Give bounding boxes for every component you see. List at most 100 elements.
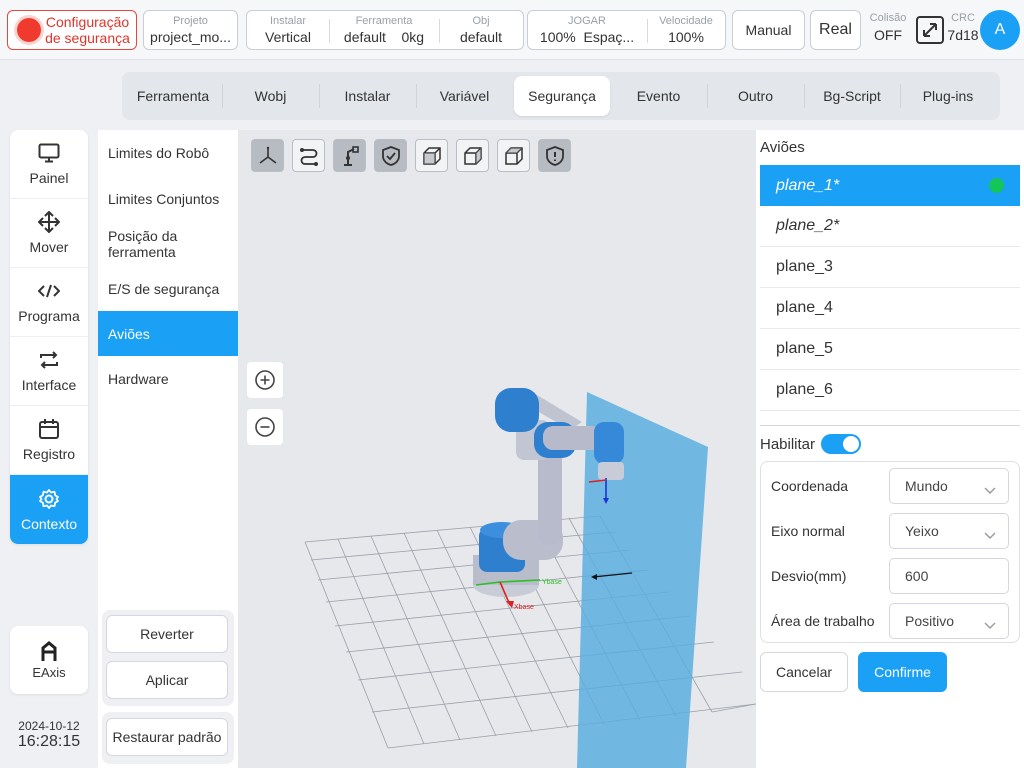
normal-axis-value: Yeixo [905, 523, 939, 539]
safety-config-button[interactable]: Configuração de segurança [7, 10, 137, 50]
crc-value: 7d18 [947, 27, 979, 43]
jog-label: JOGAR [568, 15, 606, 27]
sidebar-item-mover[interactable]: Mover [10, 199, 88, 268]
workspace-select[interactable]: Positivo [889, 603, 1009, 639]
normal-axis-label: Eixo normal [771, 523, 845, 539]
normal-axis-select[interactable]: Yeixo [889, 513, 1009, 549]
sidebar-item-label: Interface [21, 377, 77, 393]
coordinate-label: Coordenada [771, 478, 849, 494]
plane-list-item[interactable]: plane_3 [760, 247, 1020, 288]
coordinate-select[interactable]: Mundo [889, 468, 1009, 504]
zoom-out-icon[interactable] [247, 409, 283, 445]
collision-status[interactable]: Colisão OFF [866, 12, 910, 43]
project-label: Projeto [173, 15, 208, 27]
tab-evento[interactable]: Evento [610, 76, 707, 116]
workspace-label: Área de trabalho [771, 613, 875, 629]
tool-name: default [343, 29, 386, 45]
apply-button[interactable]: Aplicar [106, 661, 228, 699]
axes-icon[interactable] [251, 139, 284, 172]
main-sidebar: Painel Mover Programa Interface Registro [10, 130, 88, 544]
submenu-item-robot-limits[interactable]: Limites do Robô [98, 130, 238, 176]
eaxis-button[interactable]: EAxis [10, 626, 88, 694]
install-label: Instalar [269, 15, 307, 27]
sidebar-item-registro[interactable]: Registro [10, 406, 88, 475]
project-selector[interactable]: Projeto project_mo... [143, 10, 238, 50]
cube-side-icon[interactable] [456, 139, 489, 172]
clock: 2024-10-12 16:28:15 [10, 719, 88, 751]
plane-list-item[interactable]: plane_5 [760, 329, 1020, 370]
base-axes: Ybase Xbase [475, 579, 562, 611]
shield-alert-icon[interactable] [538, 139, 571, 172]
planes-panel: Aviões plane_1* plane_2* plane_3 plane_4… [756, 130, 1024, 768]
install-tool-obj-group[interactable]: Instalar Vertical Ferramenta default 0kg… [246, 10, 524, 50]
restore-default-button[interactable]: Restaurar padrão [106, 718, 228, 756]
sidebar-item-interface[interactable]: Interface [10, 337, 88, 406]
speed-label: Velocidade [659, 15, 713, 27]
shield-check-icon[interactable] [374, 139, 407, 172]
jog-speed-group[interactable]: JOGAR 100% Espaç... Velocidade 100% [527, 10, 726, 50]
manual-mode-button[interactable]: Manual [732, 10, 805, 50]
speed-field[interactable]: Velocidade 100% [647, 11, 725, 49]
base-x-label: Xbase [514, 604, 534, 611]
cube-top-icon[interactable] [497, 139, 530, 172]
fullscreen-icon[interactable] [915, 15, 945, 45]
plane-normal-arrow [592, 572, 633, 578]
tab-bg-script[interactable]: Bg-Script [804, 76, 900, 116]
robot-icon[interactable] [333, 139, 366, 172]
tab-outro[interactable]: Outro [707, 76, 804, 116]
plane-label: plane_2* [776, 217, 840, 234]
user-avatar[interactable]: A [980, 10, 1020, 50]
offset-input[interactable]: 600 [889, 558, 1009, 594]
path-icon[interactable] [292, 139, 325, 172]
tab-plug-ins[interactable]: Plug-ins [900, 76, 996, 116]
offset-value: 600 [905, 568, 929, 584]
tab-variavel[interactable]: Variável [416, 76, 513, 116]
zoom-in-icon[interactable] [247, 362, 283, 398]
sidebar-item-painel[interactable]: Painel [10, 130, 88, 199]
move-icon [38, 211, 60, 233]
install-field[interactable]: Instalar Vertical [247, 11, 329, 49]
submenu-item-joint-limits[interactable]: Limites Conjuntos [98, 176, 238, 221]
plane-list-item[interactable]: plane_6 [760, 370, 1020, 411]
plane-label: plane_3 [776, 258, 833, 275]
tool-mass: 0kg [401, 29, 425, 45]
plane-label: plane_4 [776, 299, 833, 316]
obj-field[interactable]: Obj default [439, 11, 523, 49]
chevron-down-icon [984, 617, 996, 633]
divider [760, 425, 1020, 426]
scene-canvas: Ybase Xbase [304, 388, 756, 768]
plane-list-item[interactable]: plane_1* [760, 165, 1020, 206]
tab-instalar[interactable]: Instalar [319, 76, 416, 116]
cube-front-icon[interactable] [415, 139, 448, 172]
tab-wobj[interactable]: Wobj [222, 76, 319, 116]
revert-button[interactable]: Reverter [106, 615, 228, 653]
submenu-item-planes[interactable]: Aviões [98, 311, 238, 356]
submenu-action-group: Reverter Aplicar [102, 610, 234, 706]
enable-toggle[interactable] [821, 434, 862, 454]
sidebar-item-contexto[interactable]: Contexto [10, 475, 88, 544]
sidebar-item-programa[interactable]: Programa [10, 268, 88, 337]
confirm-button[interactable]: Confirme [858, 652, 947, 692]
real-mode-button[interactable]: Real [810, 10, 861, 50]
cancel-button[interactable]: Cancelar [760, 652, 848, 692]
submenu-item-tool-position[interactable]: Posição da ferramenta [98, 221, 238, 267]
tool-field[interactable]: Ferramenta default 0kg [329, 11, 439, 49]
jog-field[interactable]: JOGAR 100% Espaç... [528, 11, 646, 49]
workspace-value: Positivo [905, 613, 955, 629]
3d-viewport[interactable]: Ybase Xbase [238, 130, 756, 768]
plane-list-item[interactable]: plane_4 [760, 288, 1020, 329]
submenu-restore-group: Restaurar padrão [102, 712, 234, 764]
enable-row: Habilitar [760, 434, 862, 454]
calendar-icon [38, 418, 60, 440]
plane-list-item[interactable]: plane_2* [760, 206, 1020, 247]
crc-label: CRC [951, 12, 975, 24]
jog-space: Espaç... [583, 29, 635, 45]
coordinate-value: Mundo [905, 478, 948, 494]
jog-percent: 100% [539, 29, 576, 45]
submenu-item-hardware[interactable]: Hardware [98, 356, 238, 401]
obj-label: Obj [472, 15, 490, 27]
submenu-item-safety-io[interactable]: E/S de segurança [98, 267, 238, 311]
jog-value: 100% Espaç... [528, 29, 646, 45]
tab-seguranca[interactable]: Segurança [514, 76, 610, 116]
tab-ferramenta[interactable]: Ferramenta [124, 76, 222, 116]
